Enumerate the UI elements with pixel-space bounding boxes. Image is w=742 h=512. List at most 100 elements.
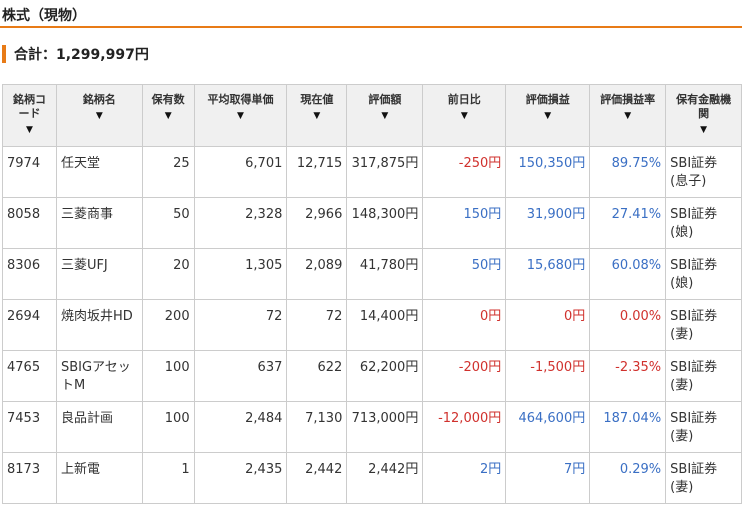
sort-arrow-icon[interactable]: ▼ xyxy=(668,124,739,136)
cell-avg: 2,484 xyxy=(193,401,288,453)
column-header-label: 評価額 xyxy=(368,93,402,106)
column-header-4[interactable]: 現在値 ▼ xyxy=(286,84,348,147)
cell-avg: 637 xyxy=(193,350,288,402)
cell-institution: SBI証券 (妻) xyxy=(665,452,742,504)
total-accent-bar xyxy=(2,45,6,63)
column-header-label: 現在値 xyxy=(300,93,334,106)
column-header-1[interactable]: 銘柄名 ▼ xyxy=(55,84,143,147)
cell-name: 任天堂 xyxy=(55,146,143,198)
cell-day: 0円 xyxy=(422,299,507,351)
column-header-2[interactable]: 保有数 ▼ xyxy=(141,84,195,147)
cell-price: 2,966 xyxy=(286,197,348,249)
section-title: 株式（現物） xyxy=(0,0,742,28)
cell-day: -200円 xyxy=(422,350,507,402)
column-header-label: 評価損益 xyxy=(525,93,570,106)
cell-plr: 0.00% xyxy=(589,299,667,351)
institution-owner: (息子) xyxy=(670,174,707,189)
cell-name: SBIGアセットM xyxy=(55,350,143,402)
sort-arrow-icon[interactable]: ▼ xyxy=(349,110,420,122)
cell-qty: 20 xyxy=(141,248,195,300)
cell-code: 8173 xyxy=(2,452,57,504)
cell-qty: 100 xyxy=(141,401,195,453)
cell-name: 上新電 xyxy=(55,452,143,504)
sort-arrow-icon[interactable]: ▼ xyxy=(289,110,344,122)
column-header-0[interactable]: 銘柄コ ード ▼ xyxy=(2,84,57,147)
column-header-3[interactable]: 平均取得単価 ▼ xyxy=(193,84,288,147)
column-header-label: 保有金融機 xyxy=(676,93,732,106)
sort-arrow-icon[interactable]: ▼ xyxy=(197,110,285,122)
total-amount: 合計：1,299,997円 xyxy=(14,47,149,63)
column-header-label: ード xyxy=(18,107,41,120)
column-header-9[interactable]: 保有金融機関 ▼ xyxy=(665,84,742,147)
sort-arrow-icon[interactable]: ▼ xyxy=(5,124,54,136)
institution-name: SBI証券 xyxy=(670,309,718,324)
cell-institution: SBI証券 (娘) xyxy=(665,248,742,300)
institution-name: SBI証券 xyxy=(670,156,718,171)
column-header-6[interactable]: 前日比 ▼ xyxy=(422,84,507,147)
column-header-label: 銘柄名 xyxy=(82,93,116,106)
column-header-label: 評価損益率 xyxy=(600,93,656,106)
cell-name: 良品計画 xyxy=(55,401,143,453)
cell-pl: 31,900円 xyxy=(505,197,591,249)
cell-price: 72 xyxy=(286,299,348,351)
cell-plr: 187.04% xyxy=(589,401,667,453)
cell-value: 148,300円 xyxy=(346,197,424,249)
cell-plr: 27.41% xyxy=(589,197,667,249)
cell-value: 41,780円 xyxy=(346,248,424,300)
cell-plr: 60.08% xyxy=(589,248,667,300)
sort-arrow-icon[interactable]: ▼ xyxy=(592,110,663,122)
cell-institution: SBI証券 (娘) xyxy=(665,197,742,249)
column-header-8[interactable]: 評価損益率 ▼ xyxy=(589,84,667,147)
table-row: 8173 上新電 1 2,435 2,442 2,442円 2円 7円 0.29% SBI証券 (妻… xyxy=(2,452,742,504)
column-header-label: 保有数 xyxy=(151,93,185,106)
cell-institution: SBI証券 (息子) xyxy=(665,146,742,198)
cell-value: 317,875円 xyxy=(346,146,424,198)
cell-day: 2円 xyxy=(422,452,507,504)
column-header-5[interactable]: 評価額 ▼ xyxy=(346,84,424,147)
column-header-label: 平均取得単価 xyxy=(207,93,274,106)
cell-avg: 2,435 xyxy=(193,452,288,504)
cell-avg: 72 xyxy=(193,299,288,351)
holdings-table: 銘柄コ ード ▼ 銘柄名 ▼ 保有数 ▼ 平均取得単価 ▼ 現在値 ▼ 評価額 ▼ 前日比 ▼ 評価損益 ▼ 評価… xyxy=(2,84,742,504)
sort-arrow-icon[interactable]: ▼ xyxy=(508,110,587,122)
cell-code: 7453 xyxy=(2,401,57,453)
cell-pl: 150,350円 xyxy=(505,146,591,198)
cell-avg: 2,328 xyxy=(193,197,288,249)
table-row: 8058 三菱商事 50 2,328 2,966 148,300円 150円 31,900円 2… xyxy=(2,197,742,249)
cell-value: 2,442円 xyxy=(346,452,424,504)
cell-plr: 89.75% xyxy=(589,146,667,198)
table-header-row: 銘柄コ ード ▼ 銘柄名 ▼ 保有数 ▼ 平均取得単価 ▼ 現在値 ▼ 評価額 ▼ 前日比 ▼ 評価損益 ▼ 評価… xyxy=(2,84,742,147)
table-row: 7974 任天堂 25 6,701 12,715 317,875円 -250円 150,350… xyxy=(2,146,742,198)
institution-owner: (妻) xyxy=(670,378,694,393)
cell-code: 8306 xyxy=(2,248,57,300)
section-title-text: 株式（現物） xyxy=(2,8,86,24)
cell-price: 12,715 xyxy=(286,146,348,198)
institution-name: SBI証券 xyxy=(670,462,718,477)
table-row: 2694 焼肉坂井HD 200 72 72 14,400円 0円 0円 0.00% SBI証券 (妻… xyxy=(2,299,742,351)
cell-pl: 7円 xyxy=(505,452,591,504)
cell-day: -12,000円 xyxy=(422,401,507,453)
institution-owner: (妻) xyxy=(670,480,694,495)
institution-owner: (娘) xyxy=(670,276,694,291)
institution-owner: (娘) xyxy=(670,225,694,240)
cell-qty: 50 xyxy=(141,197,195,249)
sort-arrow-icon[interactable]: ▼ xyxy=(425,110,503,122)
column-header-7[interactable]: 評価損益 ▼ xyxy=(505,84,591,147)
sort-arrow-icon[interactable]: ▼ xyxy=(145,110,192,122)
cell-name: 三菱商事 xyxy=(55,197,143,249)
cell-qty: 25 xyxy=(141,146,195,198)
cell-code: 4765 xyxy=(2,350,57,402)
table-row: 8306 三菱UFJ 20 1,305 2,089 41,780円 50円 15,680円 60… xyxy=(2,248,742,300)
cell-value: 713,000円 xyxy=(346,401,424,453)
cell-day: 150円 xyxy=(422,197,507,249)
sort-arrow-icon[interactable]: ▼ xyxy=(59,110,140,122)
cell-institution: SBI証券 (妻) xyxy=(665,299,742,351)
cell-name: 三菱UFJ xyxy=(55,248,143,300)
cell-institution: SBI証券 (妻) xyxy=(665,350,742,402)
cell-name: 焼肉坂井HD xyxy=(55,299,143,351)
institution-name: SBI証券 xyxy=(670,258,718,273)
cell-qty: 1 xyxy=(141,452,195,504)
cell-pl: 0円 xyxy=(505,299,591,351)
cell-plr: 0.29% xyxy=(589,452,667,504)
cell-day: -250円 xyxy=(422,146,507,198)
